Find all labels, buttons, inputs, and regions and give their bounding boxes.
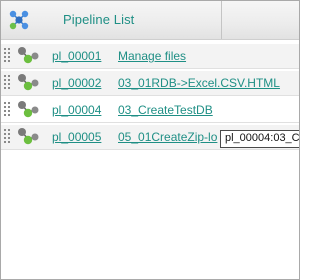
pipeline-id-link[interactable]: pl_00002 bbox=[52, 76, 101, 90]
pipeline-icon bbox=[18, 74, 39, 91]
drag-handle-icon[interactable] bbox=[4, 47, 10, 65]
pipeline-id-link[interactable]: pl_00004 bbox=[52, 103, 101, 117]
pipeline-name-link[interactable]: 03_01RDB->Excel.CSV.HTML bbox=[118, 76, 280, 90]
drag-handle-icon[interactable] bbox=[4, 128, 10, 146]
table-row[interactable]: pl_00001 Manage files bbox=[1, 44, 299, 69]
pipeline-list-header: Pipeline List bbox=[1, 1, 299, 40]
pipeline-icon bbox=[18, 47, 39, 64]
drag-handle-icon[interactable] bbox=[4, 101, 10, 119]
pipeline-icon bbox=[18, 101, 39, 118]
table-row[interactable]: pl_00004 03_CreateTestDB bbox=[1, 98, 299, 123]
drag-handle-icon[interactable] bbox=[4, 74, 10, 92]
pipeline-id-link[interactable]: pl_00001 bbox=[52, 49, 101, 63]
pipeline-list-panel: Pipeline List pl_00001 Manage files pl_0… bbox=[0, 0, 300, 280]
pipeline-name-link[interactable]: Manage files bbox=[118, 49, 186, 63]
table-row[interactable]: pl_00002 03_01RDB->Excel.CSV.HTML bbox=[1, 71, 299, 96]
pipeline-id-link[interactable]: pl_00005 bbox=[52, 130, 101, 144]
column-divider[interactable] bbox=[221, 1, 222, 39]
page-title: Pipeline List bbox=[63, 12, 135, 27]
pipeline-icon bbox=[18, 128, 39, 145]
pipeline-network-icon bbox=[9, 10, 29, 30]
pipeline-name-link[interactable]: 03_CreateTestDB bbox=[118, 103, 213, 117]
pipeline-name-link[interactable]: 05_01CreateZip-lo bbox=[118, 130, 217, 144]
row-tooltip: pl_00004:03_Cr bbox=[220, 130, 299, 148]
